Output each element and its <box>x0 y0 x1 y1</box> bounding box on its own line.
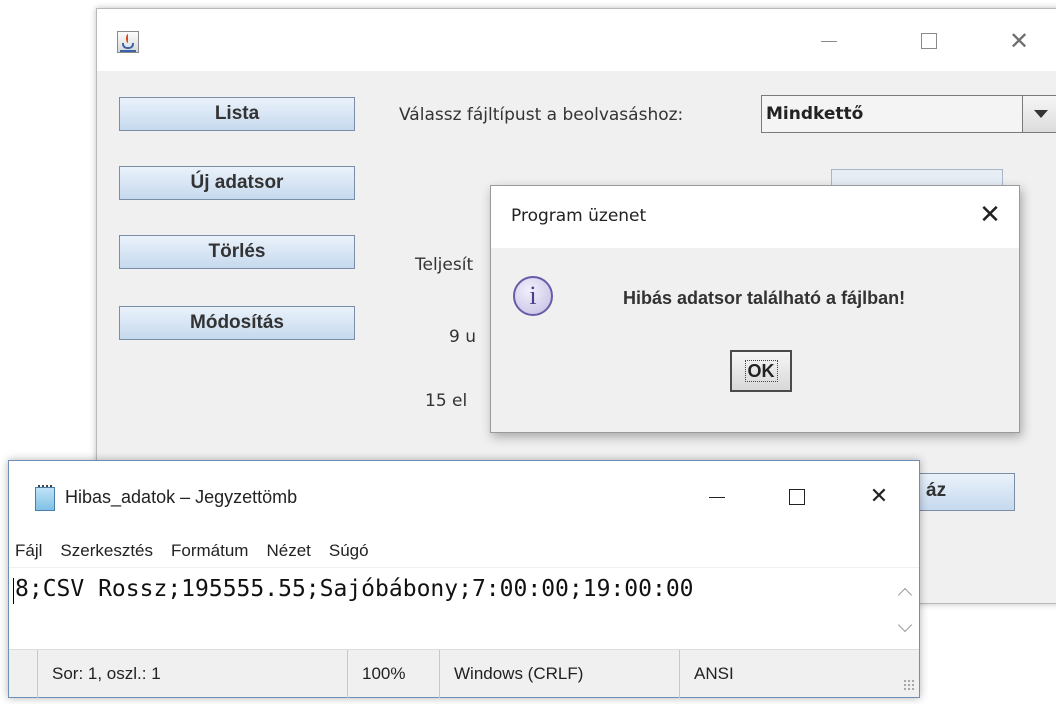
chevron-down-icon[interactable] <box>1022 96 1056 132</box>
maximize-button[interactable] <box>909 27 949 55</box>
dialog-close-button[interactable]: ✕ <box>975 200 1005 230</box>
menu-formatum[interactable]: Formátum <box>153 537 248 565</box>
dialog-titlebar: Program üzenet ✕ <box>491 186 1019 248</box>
dialog-title: Program üzenet <box>511 206 647 226</box>
program-message-dialog: Program üzenet ✕ i Hibás adatsor találha… <box>490 185 1020 433</box>
text-caret <box>13 578 14 604</box>
scroll-down-icon[interactable] <box>897 617 913 633</box>
status-line-ending: Windows (CRLF) <box>439 650 679 698</box>
status-position: Sor: 1, oszl.: 1 <box>37 650 347 698</box>
teljesitmeny-label: Teljesít <box>415 255 474 275</box>
filetype-label: Válassz fájltípust a beolvasáshoz: <box>399 105 684 125</box>
menu-szerkesztes[interactable]: Szerkesztés <box>42 537 153 565</box>
notepad-text-area[interactable]: 8;CSV Rossz;195555.55;Sajóbábony;7:00:00… <box>9 567 919 650</box>
java-window-titlebar: ✕ <box>97 9 1056 71</box>
status-zoom: 100% <box>347 650 439 698</box>
ok-button-label: OK <box>744 360 778 382</box>
notepad-content: 8;CSV Rossz;195555.55;Sajóbábony;7:00:00… <box>15 576 694 602</box>
minimize-button[interactable] <box>809 27 849 55</box>
maximize-icon <box>921 33 937 49</box>
java-cup-icon <box>117 31 139 53</box>
menu-sugo[interactable]: Súgó <box>311 537 369 565</box>
resize-grip-icon[interactable] <box>903 679 915 691</box>
minimize-icon <box>821 41 837 42</box>
notepad-icon <box>35 485 55 511</box>
close-icon: ✕ <box>979 200 1001 230</box>
filetype-combobox[interactable]: Mindkettő <box>761 95 1056 133</box>
fifteen-label: 15 el <box>425 391 468 411</box>
maximize-icon <box>789 489 805 505</box>
menu-nezet[interactable]: Nézet <box>248 537 310 565</box>
vertical-scrollbar[interactable] <box>891 568 919 650</box>
notepad-maximize-button[interactable] <box>777 479 817 515</box>
torles-button[interactable]: Törlés <box>119 235 355 269</box>
close-icon: ✕ <box>1008 27 1030 55</box>
uj-adatsor-button[interactable]: Új adatsor <box>119 166 355 200</box>
dialog-message: Hibás adatsor található a fájlban! <box>623 288 906 308</box>
notepad-menubar: Fájl Szerkesztés Formátum Nézet Súgó <box>9 537 369 565</box>
nine-label: 9 u <box>449 327 476 347</box>
close-icon: ✕ <box>869 484 889 509</box>
partial-action-button[interactable]: áz <box>919 473 1015 511</box>
notepad-window: Hibas_adatok – Jegyzettömb ✕ Fájl Szerke… <box>8 460 920 698</box>
notepad-minimize-button[interactable] <box>697 479 737 515</box>
scroll-up-icon[interactable] <box>897 587 913 603</box>
notepad-close-button[interactable]: ✕ <box>859 479 899 515</box>
notepad-title: Hibas_adatok – Jegyzettömb <box>65 487 298 507</box>
minimize-icon <box>709 497 725 498</box>
close-button[interactable]: ✕ <box>999 27 1039 55</box>
notepad-statusbar: Sor: 1, oszl.: 1 100% Windows (CRLF) ANS… <box>9 649 919 698</box>
filetype-selected-value: Mindkettő <box>766 104 864 124</box>
ok-button[interactable]: OK <box>730 350 792 392</box>
status-encoding: ANSI <box>679 650 899 698</box>
info-icon: i <box>513 276 553 316</box>
modositas-button[interactable]: Módosítás <box>119 306 355 340</box>
lista-button[interactable]: Lista <box>119 97 355 131</box>
menu-fajl[interactable]: Fájl <box>9 537 42 565</box>
